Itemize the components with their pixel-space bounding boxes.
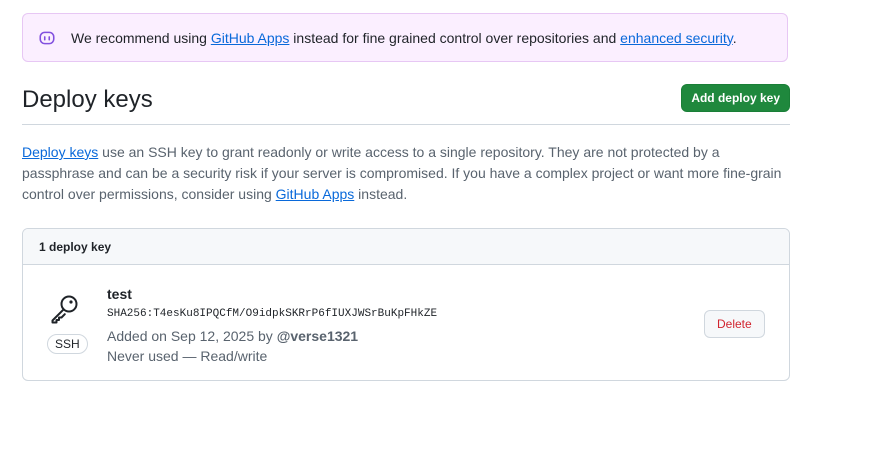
deploy-key-fingerprint: SHA256:T4esKu8IPQCfM/O9idpkSKRrP6fIUXJWS… — [107, 308, 438, 320]
banner-message: We recommend using GitHub Apps instead f… — [71, 30, 737, 46]
description-text-end: instead. — [354, 186, 408, 202]
added-on-text: Added on Sep 12, 2025 by — [107, 328, 277, 344]
deploy-keys-docs-link[interactable]: Deploy keys — [22, 144, 98, 160]
github-apps-recommendation-banner: We recommend using GitHub Apps instead f… — [22, 13, 788, 62]
banner-text-after: . — [732, 29, 737, 46]
delete-deploy-key-button[interactable]: Delete — [704, 310, 765, 338]
deploy-key-added-info: Added on Sep 12, 2025 by @verse1321 — [107, 326, 437, 346]
add-deploy-key-button[interactable]: Add deploy key — [681, 84, 790, 112]
key-icon — [48, 293, 80, 325]
github-apps-link[interactable]: GitHub Apps — [211, 30, 290, 46]
banner-text-before: We recommend using — [71, 29, 211, 46]
deploy-key-usage: Never used — Read/write — [107, 348, 268, 364]
added-by-user: @verse1321 — [276, 328, 359, 344]
deploy-key-title: test — [107, 286, 132, 302]
copilot-robot-icon — [38, 29, 56, 47]
deploy-keys-description: Deploy keys use an SSH key to grant read… — [22, 142, 790, 205]
ssh-badge: SSH — [47, 334, 88, 354]
deploy-key-item: SSH test SHA256:T4esKu8IPQCfM/O9idpkSKRr… — [23, 265, 789, 380]
enhanced-security-link[interactable]: enhanced security — [620, 30, 733, 46]
deploy-keys-header: Deploy keys Add deploy key — [22, 84, 790, 125]
page-title: Deploy keys — [22, 86, 153, 113]
banner-text-middle: instead for fine grained control over re… — [289, 29, 621, 46]
deploy-key-details: test SHA256:T4esKu8IPQCfM/O9idpkSKRrP6fI… — [107, 285, 437, 366]
github-apps-link-2[interactable]: GitHub Apps — [276, 186, 355, 202]
deploy-keys-list: 1 deploy key SSH test SHA256:T4esKu8IPQC… — [22, 228, 790, 381]
deploy-keys-count: 1 deploy key — [23, 229, 789, 265]
